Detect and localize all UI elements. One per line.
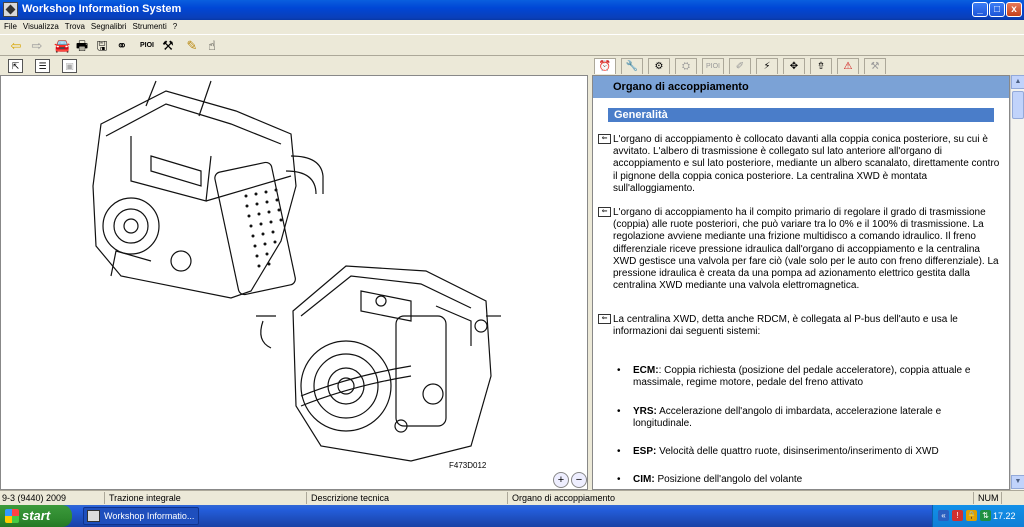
main-toolbar: ⇦ ⇨ 🚘 🖶 🖫 ⚭ PIOI ⚒ ✎ ☝	[0, 34, 1024, 56]
pencil-icon[interactable]: ✎	[184, 38, 200, 54]
bullet-term: ECM:	[633, 365, 659, 376]
save-icon[interactable]: 🖫	[94, 38, 110, 54]
tray-arrow-icon[interactable]: «	[938, 510, 949, 521]
bullet-ecm: ECM:: Coppia richiesta (posizione del pe…	[633, 365, 993, 389]
menu-trova[interactable]: Trova	[62, 20, 88, 34]
bullet-dot: •	[617, 446, 621, 457]
tab-clock-icon[interactable]: ⏰	[594, 58, 616, 74]
close-button[interactable]: x	[1006, 2, 1022, 17]
menu-segnalibri[interactable]: Segnalibri	[88, 20, 130, 34]
tab-tool-icon[interactable]: ✐	[729, 58, 751, 74]
bullet-desc: Accelerazione dell'angolo di imbardata, …	[633, 406, 942, 430]
pioi-button[interactable]: PIOI	[137, 38, 157, 54]
image-toolbar: ⇱ ☰ ▣	[0, 57, 588, 75]
paragraph-link-icon[interactable]: ⇐	[598, 207, 611, 217]
forward-arrow-icon[interactable]: ⇨	[29, 38, 45, 54]
bullet-esp: ESP: Velocità delle quattro ruote, disin…	[633, 446, 993, 458]
taskbar-window-button[interactable]: Workshop Informatio...	[83, 507, 199, 525]
bullet-term: YRS:	[633, 406, 657, 417]
menu-file[interactable]: File	[0, 20, 20, 34]
tab-gears-icon[interactable]: ⚙	[648, 58, 670, 74]
tab-lift-icon[interactable]: ⇮	[810, 58, 832, 74]
app-icon	[3, 2, 18, 17]
title-bar: Workshop Information System _ □ x	[0, 0, 1024, 20]
tab-wrench-icon[interactable]: 🔧	[621, 58, 643, 74]
taskbar: start Workshop Informatio... « ! 🔒 ⇅ 17.…	[0, 505, 1024, 527]
tab-pioi[interactable]: PIOI	[702, 58, 724, 74]
scroll-up-icon[interactable]: ▲	[1011, 75, 1024, 89]
document-pane: Organo di accoppiamento Generalità ⇐ L'o…	[592, 75, 1010, 490]
system-tray: « ! 🔒 ⇅ 17.22	[932, 505, 1024, 527]
document-scrollbar[interactable]: ▲ ▼	[1010, 75, 1024, 490]
tab-move-icon[interactable]: ✥	[783, 58, 805, 74]
maximize-button[interactable]: □	[989, 2, 1005, 17]
bullet-yrs: YRS: Accelerazione dell'angolo di imbard…	[633, 406, 993, 430]
car-icon[interactable]: 🚘	[54, 38, 70, 54]
status-num: NUM	[976, 492, 1002, 504]
minimize-button[interactable]: _	[972, 2, 988, 17]
taskbar-window-label: Workshop Informatio...	[104, 511, 195, 521]
menu-help[interactable]: ?	[170, 20, 180, 34]
zoom-in-icon[interactable]: +	[553, 472, 569, 488]
status-bar: 9-3 (9440) 2009 Trazione integrale Descr…	[0, 490, 1024, 504]
tab-warning-icon[interactable]: ⚠	[837, 58, 859, 74]
illustration-pane: F473D012	[0, 75, 588, 490]
zoom-out-icon[interactable]: −	[571, 472, 587, 488]
paragraph-1: L'organo di accoppiamento è collocato da…	[613, 134, 1000, 194]
status-system: Trazione integrale	[107, 492, 307, 504]
back-arrow-icon[interactable]: ⇦	[8, 38, 24, 54]
tab-part-icon[interactable]: ⛭	[675, 58, 697, 74]
app-icon	[87, 510, 100, 522]
bullet-desc: Posizione dell'angolo del volante	[654, 474, 803, 485]
fit-icon[interactable]: ⇱	[8, 59, 23, 73]
bullet-desc: : Coppia richiesta (posizione del pedale…	[633, 365, 971, 389]
network-icon[interactable]: ⇅	[980, 510, 991, 521]
status-topic: Organo di accoppiamento	[510, 492, 974, 504]
status-model: 9-3 (9440) 2009	[0, 492, 105, 504]
binoculars-icon[interactable]: ⚭	[114, 38, 130, 54]
bullet-desc: Velocità delle quattro ruote, disinserim…	[656, 446, 939, 457]
image-icon[interactable]: ▣	[62, 59, 77, 73]
start-button[interactable]: start	[0, 505, 72, 527]
wrench-list-icon[interactable]: ⚒	[160, 38, 176, 54]
tab-hammer-icon[interactable]: ⚒	[864, 58, 886, 74]
status-doc-type: Descrizione tecnica	[309, 492, 508, 504]
list-icon[interactable]: ☰	[35, 59, 50, 73]
menu-bar: File Visualizza Trova Segnalibri Strumenti?	[0, 20, 1024, 34]
windows-flag-icon	[5, 509, 19, 523]
bullet-dot: •	[617, 365, 621, 376]
bullet-dot: •	[617, 474, 621, 485]
window-title: Workshop Information System	[22, 3, 182, 15]
document-tab-bar: ⏰ 🔧 ⚙ ⛭ PIOI ✐ ⚡ ✥ ⇮ ⚠ ⚒	[592, 57, 1024, 75]
scroll-thumb[interactable]	[1012, 91, 1024, 119]
paragraph-2: L'organo di accoppiamento ha il compito …	[613, 207, 999, 292]
coupling-unit-illustration	[92, 80, 501, 462]
start-label: start	[22, 508, 51, 523]
clock: 17.22	[993, 511, 1016, 521]
paragraph-link-icon[interactable]: ⇐	[598, 134, 611, 144]
menu-strumenti[interactable]: Strumenti	[130, 20, 170, 34]
figure-code: F473D012	[449, 461, 487, 470]
cursor-icon[interactable]: ☝	[204, 38, 220, 54]
tab-diagram-icon[interactable]: ⚡	[756, 58, 778, 74]
section-heading: Generalità	[608, 108, 994, 122]
bullet-cim: CIM: Posizione dell'angolo del volante	[633, 474, 993, 486]
document-title: Organo di accoppiamento	[593, 76, 1009, 98]
bullet-dot: •	[617, 406, 621, 417]
shield-icon[interactable]: !	[952, 510, 963, 521]
print-icon[interactable]: 🖶	[74, 38, 90, 54]
lock-icon[interactable]: 🔒	[966, 510, 977, 521]
menu-visualizza[interactable]: Visualizza	[20, 20, 62, 34]
bullet-term: ESP:	[633, 446, 657, 457]
paragraph-link-icon[interactable]: ⇐	[598, 314, 611, 324]
paragraph-3: La centralina XWD, detta anche RDCM, è c…	[613, 314, 958, 338]
bullet-term: CIM:	[633, 474, 655, 485]
scroll-down-icon[interactable]: ▼	[1011, 475, 1024, 489]
